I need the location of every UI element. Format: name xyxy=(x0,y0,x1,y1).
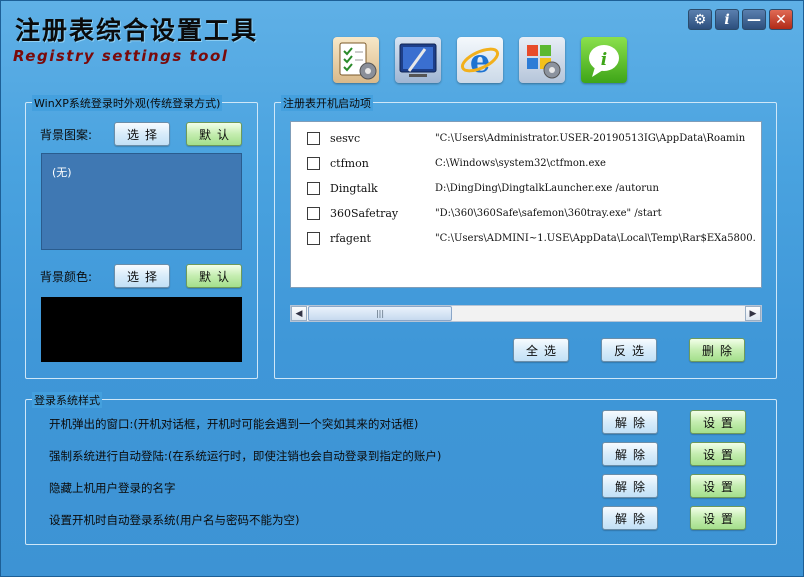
windows-gear-icon[interactable] xyxy=(519,37,565,83)
item-command: C:\Windows\system32\ctfmon.exe xyxy=(435,158,606,169)
info-icon[interactable]: i xyxy=(581,37,627,83)
display-settings-icon[interactable] xyxy=(395,37,441,83)
item-checkbox[interactable] xyxy=(307,182,320,195)
app-title: 注册表综合设置工具 xyxy=(15,16,259,45)
list-item[interactable]: rfagent "C:\Users\ADMINI~1.USE\AppData\L… xyxy=(291,226,761,251)
login-group-title: 登录系统样式 xyxy=(32,392,102,408)
bg-image-value: (无) xyxy=(52,166,72,179)
login-remove-button[interactable]: 解除 xyxy=(602,506,658,530)
internet-explorer-icon[interactable]: e xyxy=(457,37,503,83)
list-item[interactable]: sesvc "C:\Users\Administrator.USER-20190… xyxy=(291,126,761,151)
window-controls: ⚙ i — ✕ xyxy=(688,9,793,30)
bg-image-label: 背景图案: xyxy=(40,128,93,142)
login-remove-button[interactable]: 解除 xyxy=(602,474,658,498)
login-option-text: 设置开机时自动登录系统(用户名与密码不能为空) xyxy=(49,513,300,527)
item-command: D:\DingDing\DingtalkLauncher.exe /autoru… xyxy=(435,183,659,194)
scroll-thumb[interactable]: ||| xyxy=(308,306,452,321)
item-checkbox[interactable] xyxy=(307,157,320,170)
scroll-right-icon[interactable]: ▶ xyxy=(745,306,761,321)
main-window: 注册表综合设置工具 Registry settings tool e i ⚙ i… xyxy=(0,0,804,577)
item-checkbox[interactable] xyxy=(307,207,320,220)
item-name: sesvc xyxy=(330,132,361,145)
select-all-button[interactable]: 全选 xyxy=(513,338,569,362)
bg-image-select-button[interactable]: 选择 xyxy=(114,122,170,146)
item-name: ctfmon xyxy=(330,157,369,170)
bg-image-preview[interactable]: (无) xyxy=(41,153,242,250)
startup-list[interactable]: sesvc "C:\Users\Administrator.USER-20190… xyxy=(290,121,762,288)
list-item[interactable]: Dingtalk D:\DingDing\DingtalkLauncher.ex… xyxy=(291,176,761,201)
appearance-group-title: WinXP系统登录时外观(传统登录方式) xyxy=(32,95,223,111)
item-checkbox[interactable] xyxy=(307,232,320,245)
login-option-text: 隐藏上机用户登录的名字 xyxy=(49,481,176,495)
item-command: "C:\Users\ADMINI~1.USE\AppData\Local\Tem… xyxy=(435,233,756,244)
scroll-left-icon[interactable]: ◀ xyxy=(291,306,307,321)
item-name: Dingtalk xyxy=(330,182,378,195)
startup-group-title: 注册表开机启动项 xyxy=(281,95,373,111)
bg-color-select-button[interactable]: 选择 xyxy=(114,264,170,288)
bg-color-label: 背景颜色: xyxy=(40,270,93,284)
app-subtitle: Registry settings tool xyxy=(13,47,229,65)
horizontal-scrollbar[interactable]: ◀ ||| ▶ xyxy=(290,305,762,322)
item-command: "C:\Users\Administrator.USER-20190513IG\… xyxy=(435,133,746,144)
minimize-button[interactable]: — xyxy=(742,9,766,30)
login-set-button[interactable]: 设置 xyxy=(690,410,746,434)
bg-color-preview[interactable] xyxy=(41,297,242,362)
bg-color-default-button[interactable]: 默认 xyxy=(186,264,242,288)
login-option-text: 强制系统进行自动登陆:(在系统运行时，即使注销也会自动登录到指定的账户) xyxy=(49,449,442,463)
svg-text:e: e xyxy=(470,42,490,80)
invert-selection-button[interactable]: 反选 xyxy=(601,338,657,362)
item-name: 360Safetray xyxy=(330,207,399,220)
svg-text:i: i xyxy=(601,50,607,70)
login-set-button[interactable]: 设置 xyxy=(690,442,746,466)
close-button[interactable]: ✕ xyxy=(769,9,793,30)
login-remove-button[interactable]: 解除 xyxy=(602,410,658,434)
checklist-gear-icon[interactable] xyxy=(333,37,379,83)
list-item[interactable]: ctfmon C:\Windows\system32\ctfmon.exe xyxy=(291,151,761,176)
login-set-button[interactable]: 设置 xyxy=(690,506,746,530)
login-option-text: 开机弹出的窗口:(开机对话框，开机时可能会遇到一个突如其来的对话框) xyxy=(49,417,419,431)
item-name: rfagent xyxy=(330,232,371,245)
list-item[interactable]: 360Safetray "D:\360\360Safe\safemon\360t… xyxy=(291,201,761,226)
login-remove-button[interactable]: 解除 xyxy=(602,442,658,466)
toolbar: e i xyxy=(333,37,627,83)
login-set-button[interactable]: 设置 xyxy=(690,474,746,498)
item-checkbox[interactable] xyxy=(307,132,320,145)
settings-button[interactable]: ⚙ xyxy=(688,9,712,30)
bg-image-default-button[interactable]: 默认 xyxy=(186,122,242,146)
about-button[interactable]: i xyxy=(715,9,739,30)
delete-button[interactable]: 删除 xyxy=(689,338,745,362)
item-command: "D:\360\360Safe\safemon\360tray.exe" /st… xyxy=(435,208,662,219)
